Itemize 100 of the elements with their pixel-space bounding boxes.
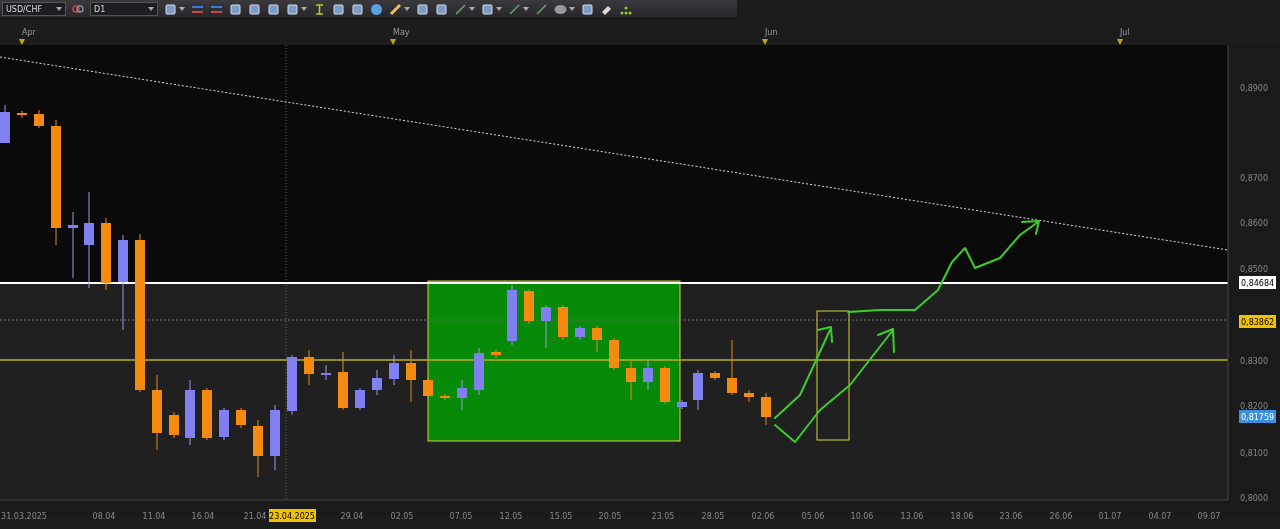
date-label: 21.04 (243, 512, 267, 521)
candlestick (169, 411, 179, 439)
price-tick: 0,8700 (1240, 174, 1268, 183)
candlestick (710, 370, 720, 381)
date-label: 26.06 (1049, 512, 1073, 521)
candlestick (321, 364, 331, 381)
triangle-marker-icon (762, 39, 768, 45)
date-label: 05.06 (801, 512, 825, 521)
caret-icon[interactable] (523, 7, 529, 11)
price-tick: 0,8300 (1240, 357, 1268, 366)
date-label: 15.05 (549, 512, 573, 521)
date-label: 02.06 (751, 512, 775, 521)
candlestick (575, 325, 585, 341)
price-tick: 0,8200 (1240, 402, 1268, 411)
date-label: 07.05 (449, 512, 473, 521)
link-icon[interactable] (72, 3, 84, 15)
price-label: 0,84684 (1239, 276, 1276, 289)
candlestick (185, 379, 195, 446)
caret-icon[interactable] (301, 7, 307, 11)
candlestick (524, 288, 534, 325)
candlestick (474, 347, 484, 396)
date-label: 08.04 (92, 512, 116, 521)
line-icon[interactable] (454, 2, 467, 16)
month-label: Jun (765, 28, 778, 37)
price-tick: 0,8500 (1240, 265, 1268, 274)
candlestick (406, 349, 416, 403)
date-label: 04.07 (1148, 512, 1172, 521)
triangle-marker-icon (1117, 39, 1123, 45)
candlestick (609, 337, 619, 371)
caret-icon[interactable] (496, 7, 502, 11)
candlestick (727, 339, 737, 396)
timeframe-dropdown[interactable]: D1 (90, 2, 158, 16)
symbol-dropdown[interactable]: USD/CHF (2, 2, 66, 16)
candlestick (744, 389, 754, 403)
candlestick (355, 387, 365, 411)
candlestick (219, 407, 229, 441)
candlestick (253, 419, 263, 478)
text-cursor-icon[interactable] (313, 2, 326, 16)
candlestick (304, 349, 314, 386)
date-label: 01.07 (1098, 512, 1122, 521)
date-label: 18.06 (950, 512, 974, 521)
candlestick (558, 304, 568, 341)
candlestick (693, 369, 703, 411)
candlestick (34, 109, 44, 129)
candlestick (761, 392, 771, 426)
candlestick (457, 379, 467, 411)
date-label: 29.04 (340, 512, 364, 521)
candlestick (338, 351, 348, 411)
line-icon[interactable] (508, 2, 521, 16)
price-tick: 0,8000 (1240, 494, 1268, 503)
date-label: 10.06 (850, 512, 874, 521)
date-label: 11.04 (142, 512, 166, 521)
date-label: 09.07 (1197, 512, 1221, 521)
candlestick (677, 399, 687, 410)
date-label: 31.03.2025 (1, 512, 47, 521)
candlestick (423, 377, 433, 399)
candlestick (440, 393, 450, 401)
candlestick (626, 359, 636, 401)
price-tick: 0,8900 (1240, 84, 1268, 93)
caret-icon[interactable] (569, 7, 575, 11)
caret-icon[interactable] (179, 7, 185, 11)
candlestick (660, 365, 670, 405)
ellipse-icon[interactable] (554, 2, 567, 16)
candlestick (202, 387, 212, 441)
triangle-marker-icon (390, 39, 396, 45)
globe-icon[interactable] (370, 2, 383, 16)
caret-icon[interactable] (469, 7, 475, 11)
month-label: May (393, 28, 410, 37)
candlestick (491, 349, 501, 359)
candlestick (592, 325, 602, 353)
date-label: 16.04 (191, 512, 215, 521)
price-label: 0,83862 (1239, 315, 1276, 328)
month-label: Jul (1120, 28, 1130, 37)
candlestick (68, 211, 78, 279)
caret-icon[interactable] (404, 7, 410, 11)
triangle-marker-icon (19, 39, 25, 45)
line-icon[interactable] (535, 2, 548, 16)
candlestick (643, 359, 653, 391)
date-label: 23.05 (651, 512, 675, 521)
date-label: 13.06 (900, 512, 924, 521)
date-label: 28.05 (701, 512, 725, 521)
candlestick (507, 284, 517, 346)
price-tick: 0,8600 (1240, 219, 1268, 228)
candlestick (17, 110, 27, 119)
date-label: 23.06 (999, 512, 1023, 521)
date-label: 20.05 (598, 512, 622, 521)
candlestick (0, 104, 10, 144)
price-tick: 0,8100 (1240, 449, 1268, 458)
price-label: 0,81759 (1239, 410, 1276, 423)
caret-icon (56, 7, 62, 11)
candlestick (372, 369, 382, 396)
pencil-icon[interactable] (389, 2, 402, 16)
candlestick (389, 354, 399, 386)
candlestick (236, 407, 246, 429)
caret-icon (148, 7, 154, 11)
month-label: Apr (22, 28, 36, 37)
date-label: 02.05 (390, 512, 414, 521)
candlestick (287, 354, 297, 416)
candlestick (541, 304, 551, 349)
date-label: 23.04.2025 (269, 509, 316, 522)
